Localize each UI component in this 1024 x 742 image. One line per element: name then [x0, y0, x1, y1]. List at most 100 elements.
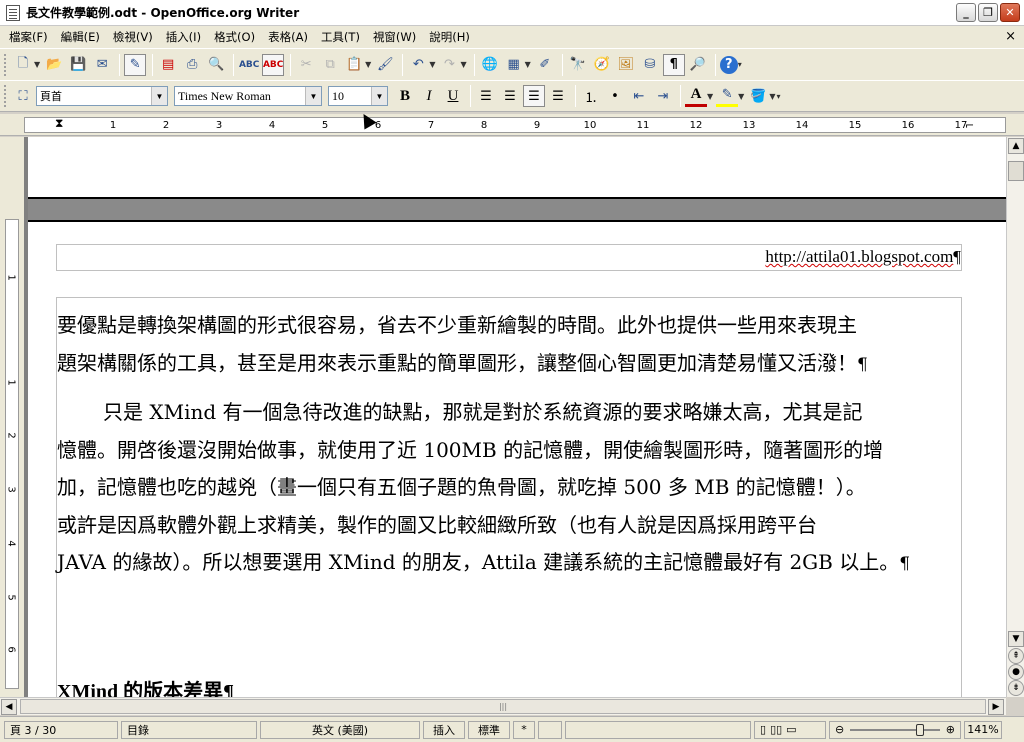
digital-signature-field[interactable] — [538, 720, 562, 739]
bullets-icon[interactable]: • — [604, 85, 626, 107]
font-size-select[interactable]: 10 ▼ — [328, 86, 388, 106]
italic-button[interactable]: I — [418, 85, 440, 107]
zoom-icon[interactable]: 🔎 — [687, 54, 709, 76]
copy-icon[interactable]: ⧉ — [319, 54, 341, 76]
numbering-icon[interactable]: ⒈ — [580, 85, 602, 107]
menu-tools[interactable]: 工具(T) — [316, 29, 365, 45]
previous-page-icon[interactable]: ⇞ — [1008, 648, 1024, 664]
language-indicator[interactable]: 英文 (美國) — [260, 720, 420, 739]
font-name-select[interactable]: Times New Roman ▼ — [174, 86, 322, 106]
chevron-down-icon[interactable]: ▼ — [151, 87, 167, 105]
indent-marker-icon[interactable]: ⧗ — [55, 116, 63, 131]
open-folder-icon[interactable]: 📂 — [43, 54, 65, 76]
hyperlink-icon[interactable]: 🌐 — [479, 54, 501, 76]
menu-edit[interactable]: 編輯(E) — [56, 29, 105, 45]
next-page-icon[interactable]: ⇟ — [1008, 680, 1024, 696]
vertical-scroll-thumb[interactable] — [1008, 161, 1024, 181]
navigator-icon[interactable]: 🧭 — [591, 54, 613, 76]
restore-button[interactable]: ❐ — [978, 3, 998, 22]
single-page-view-icon[interactable]: ▯ — [760, 723, 766, 736]
cut-icon[interactable]: ✂ — [295, 54, 317, 76]
toolbar-grip[interactable] — [4, 85, 8, 107]
section-heading[interactable]: XMind 的版本差異¶ — [57, 675, 234, 697]
document-workspace[interactable]: http://attila01.blogspot.com¶ 要優點是轉換架構圖的… — [24, 137, 1006, 697]
toolbar-options-icon[interactable]: ▾ — [738, 60, 742, 69]
horizontal-scrollbar[interactable]: ◀ ||| ▶ — [0, 697, 1006, 715]
align-left-icon[interactable]: ☰ — [475, 85, 497, 107]
bold-button[interactable]: B — [394, 85, 416, 107]
find-replace-icon[interactable]: 🔭 — [567, 54, 589, 76]
undo-icon[interactable]: ↶ — [407, 54, 429, 76]
menu-table[interactable]: 表格(A) — [263, 29, 313, 45]
redo-dropdown-icon[interactable]: ▼ — [460, 60, 466, 69]
decrease-indent-icon[interactable]: ⇤ — [628, 85, 650, 107]
email-icon[interactable]: ✉ — [91, 54, 113, 76]
zoom-out-icon[interactable]: ⊖ — [835, 723, 844, 736]
redo-icon[interactable]: ↷ — [438, 54, 460, 76]
chevron-down-icon[interactable]: ▼ — [305, 87, 321, 105]
auto-spellcheck-icon[interactable]: ABC — [262, 53, 285, 76]
new-dropdown-icon[interactable]: ▼ — [34, 60, 40, 69]
insert-mode[interactable]: 插入 — [423, 720, 465, 739]
header-text[interactable]: http://attila01.blogspot.com¶ — [765, 247, 961, 267]
vertical-scrollbar[interactable]: ▲ ▼ ⇞ ● ⇟ — [1006, 137, 1024, 697]
minimize-button[interactable]: _ — [956, 3, 976, 22]
font-color-dropdown-icon[interactable]: ▼ — [707, 92, 713, 101]
underline-button[interactable]: U — [442, 85, 464, 107]
zoom-slider[interactable] — [850, 723, 940, 736]
scroll-down-icon[interactable]: ▼ — [1008, 631, 1024, 647]
increase-indent-icon[interactable]: ⇥ — [652, 85, 674, 107]
page-preview-icon[interactable]: 🔍 — [205, 54, 227, 76]
book-view-icon[interactable]: ▭ — [786, 723, 796, 736]
zoom-percentage[interactable]: 141% — [964, 720, 1002, 739]
format-paintbrush-icon[interactable]: 🖌 — [374, 54, 396, 76]
toolbar-grip[interactable] — [4, 53, 8, 76]
styles-formatting-icon[interactable]: ⛶ — [12, 85, 34, 107]
highlight-dropdown-icon[interactable]: ▼ — [738, 92, 744, 101]
highlighting-icon[interactable]: ✎ — [716, 85, 739, 107]
data-sources-icon[interactable]: ⛁ — [639, 54, 661, 76]
export-pdf-icon[interactable]: ▤ — [157, 54, 179, 76]
align-right-icon[interactable]: ☰ — [523, 85, 545, 107]
menu-window[interactable]: 視窗(W) — [368, 29, 421, 45]
justify-icon[interactable]: ☰ — [547, 85, 569, 107]
align-center-icon[interactable]: ☰ — [499, 85, 521, 107]
scroll-left-icon[interactable]: ◀ — [1, 699, 17, 715]
show-draw-functions-icon[interactable]: ✐ — [534, 54, 556, 76]
menu-help[interactable]: 說明(H) — [424, 29, 475, 45]
edit-file-icon[interactable]: ✎ — [124, 53, 147, 76]
menu-format[interactable]: 格式(O) — [209, 29, 260, 45]
spellcheck-icon[interactable]: ABC — [238, 54, 260, 76]
zoom-in-icon[interactable]: ⊕ — [946, 723, 955, 736]
background-color-icon[interactable]: 🪣 — [747, 85, 769, 107]
undo-dropdown-icon[interactable]: ▼ — [429, 60, 435, 69]
page-style[interactable]: 目錄 — [121, 720, 257, 739]
scroll-right-icon[interactable]: ▶ — [988, 699, 1004, 715]
right-tab-marker-icon[interactable]: ⌐ — [965, 119, 974, 132]
table-dropdown-icon[interactable]: ▼ — [525, 60, 531, 69]
multi-page-view-icon[interactable]: ▯▯ — [770, 723, 782, 736]
horizontal-scroll-thumb[interactable]: ||| — [20, 699, 986, 714]
font-color-icon[interactable]: A — [685, 85, 707, 107]
paste-icon[interactable]: 📋 — [343, 54, 365, 76]
gallery-icon[interactable]: 🖼 — [615, 54, 637, 76]
scroll-up-icon[interactable]: ▲ — [1008, 138, 1024, 154]
background-dropdown-icon[interactable]: ▼ — [769, 92, 775, 101]
selection-mode[interactable]: 標準 — [468, 720, 510, 739]
paste-dropdown-icon[interactable]: ▼ — [365, 60, 371, 69]
save-icon[interactable]: 💾 — [67, 54, 89, 76]
print-icon[interactable]: ⎙ — [181, 54, 203, 76]
page-indicator[interactable]: 頁 3 / 30 — [4, 720, 118, 739]
close-document-button[interactable]: × — [1005, 29, 1016, 44]
close-button[interactable]: ✕ — [1000, 3, 1020, 22]
paragraph-style-select[interactable]: 頁首 ▼ — [36, 86, 168, 106]
insert-table-icon[interactable]: ▦ — [503, 54, 525, 76]
chevron-down-icon[interactable]: ▼ — [371, 87, 387, 105]
horizontal-ruler[interactable]: 1 2 3 4 5 6 7 8 9 10 11 12 13 14 15 16 1… — [0, 114, 1024, 136]
vertical-ruler[interactable]: 1 1 2 3 4 5 6 — [0, 137, 24, 697]
help-icon[interactable]: ? — [719, 55, 738, 74]
navigation-icon[interactable]: ● — [1008, 664, 1024, 680]
menu-view[interactable]: 檢視(V) — [108, 29, 158, 45]
menu-insert[interactable]: 插入(I) — [161, 29, 206, 45]
body-text[interactable]: 要優點是轉換架構圖的形式很容易，省去不少重新繪製的時間。此外也提供一些用來表現主… — [57, 307, 967, 584]
